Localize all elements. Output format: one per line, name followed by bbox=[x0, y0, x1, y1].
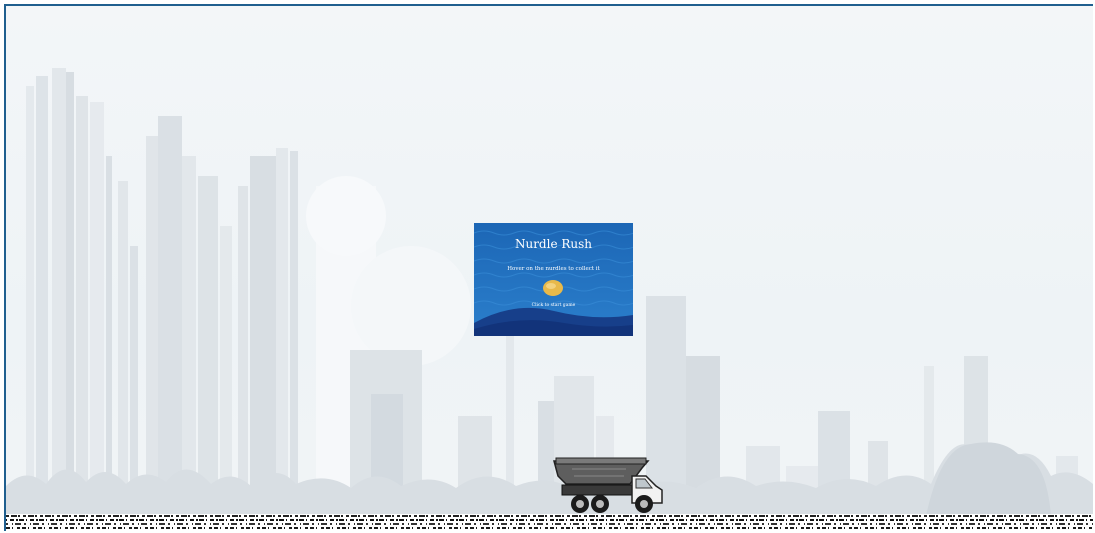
nurdle-pellet-icon bbox=[543, 280, 563, 296]
start-game-card[interactable]: Nurdle Rush Hover on the nurdles to coll… bbox=[474, 223, 633, 336]
start-game-prompt[interactable]: Click to start game bbox=[474, 303, 633, 308]
game-title: Nurdle Rush bbox=[514, 237, 593, 251]
game-frame: Nurdle Rush Hover on the nurdles to coll… bbox=[4, 4, 1093, 531]
game-instruction: Hover on the nurdles to collect it bbox=[507, 266, 600, 272]
ground-strip bbox=[6, 514, 1093, 531]
